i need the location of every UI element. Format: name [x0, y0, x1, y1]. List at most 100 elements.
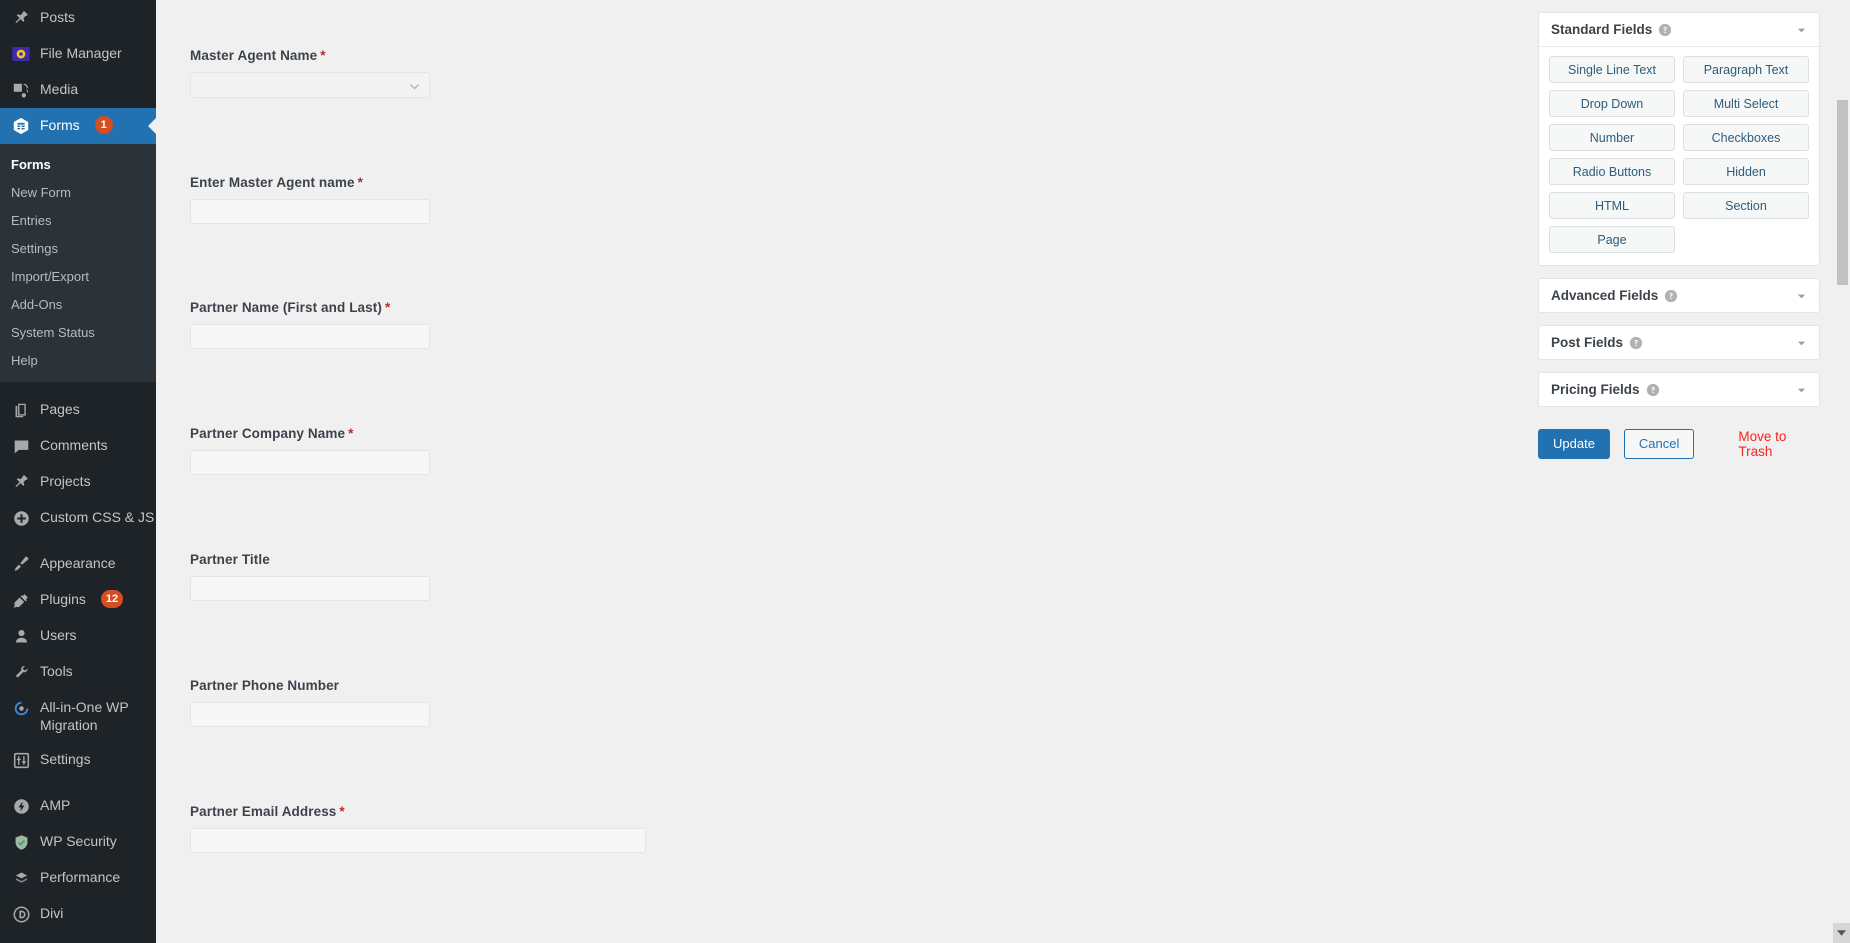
sidebar-item-label: Posts: [40, 9, 76, 25]
submenu-item-forms[interactable]: Forms: [0, 151, 156, 179]
form-field-partner-name[interactable]: Partner Name (First and Last) *: [190, 300, 430, 349]
sidebar-item-label: File Manager: [40, 45, 122, 61]
scrollbar-thumb[interactable]: [1837, 100, 1848, 285]
field-label: Partner Email Address *: [190, 804, 646, 819]
partner-company-name-input[interactable]: [190, 450, 430, 475]
help-icon[interactable]: [1629, 336, 1643, 350]
sidebar-item-label: Custom CSS & JS: [40, 509, 155, 525]
field-button-radio-buttons[interactable]: Radio Buttons: [1549, 158, 1675, 185]
submenu-item-new-form[interactable]: New Form: [0, 179, 156, 207]
submenu-item-help[interactable]: Help: [0, 347, 156, 375]
brush-icon: [11, 554, 31, 574]
panel-post-fields-header[interactable]: Post Fields: [1539, 326, 1819, 359]
sidebar-item-pages[interactable]: Pages: [0, 392, 156, 428]
partner-name-input[interactable]: [190, 324, 430, 349]
file-manager-icon: [11, 44, 31, 64]
master-agent-name-select[interactable]: [190, 72, 430, 98]
panel-advanced-fields-header[interactable]: Advanced Fields: [1539, 279, 1819, 312]
form-field-enter-master-agent-name[interactable]: Enter Master Agent name *: [190, 175, 430, 224]
required-asterisk: *: [348, 426, 354, 441]
chevron-down-icon[interactable]: [1796, 290, 1807, 301]
sidebar-item-plugins[interactable]: Plugins 12: [0, 582, 156, 618]
enter-master-agent-name-input[interactable]: [190, 199, 430, 224]
update-button[interactable]: Update: [1538, 429, 1610, 459]
sidebar-item-forms[interactable]: Forms 1: [0, 108, 156, 144]
pin-icon: [11, 472, 31, 492]
field-button-single-line-text[interactable]: Single Line Text: [1549, 56, 1675, 83]
field-button-html[interactable]: HTML: [1549, 192, 1675, 219]
partner-email-address-input[interactable]: [190, 828, 646, 853]
comments-icon: [11, 436, 31, 456]
form-field-partner-company-name[interactable]: Partner Company Name *: [190, 426, 430, 475]
sidebar-divider: [0, 536, 156, 546]
help-icon[interactable]: [1646, 383, 1660, 397]
field-button-hidden[interactable]: Hidden: [1683, 158, 1809, 185]
help-icon[interactable]: [1658, 23, 1672, 37]
submenu-item-entries[interactable]: Entries: [0, 207, 156, 235]
sidebar-item-users[interactable]: Users: [0, 618, 156, 654]
panel-pricing-fields-header[interactable]: Pricing Fields: [1539, 373, 1819, 406]
submenu-item-import-export[interactable]: Import/Export: [0, 263, 156, 291]
form-field-partner-email-address[interactable]: Partner Email Address *: [190, 804, 646, 853]
sidebar-item-label: Pages: [40, 401, 80, 417]
form-field-partner-title[interactable]: Partner Title: [190, 552, 430, 601]
sidebar-item-performance[interactable]: Performance: [0, 860, 156, 896]
panel-standard-fields-header[interactable]: Standard Fields: [1539, 13, 1819, 47]
settings-sliders-icon: [11, 750, 31, 770]
field-button-page[interactable]: Page: [1549, 226, 1675, 253]
sidebar-divider: [0, 382, 156, 392]
sidebar-item-divi[interactable]: Divi: [0, 896, 156, 932]
submenu-item-add-ons[interactable]: Add-Ons: [0, 291, 156, 319]
move-to-trash-link[interactable]: Move to Trash: [1738, 429, 1820, 459]
chevron-down-icon[interactable]: [1796, 384, 1807, 395]
sidebar-item-custom-css-js[interactable]: Custom CSS & JS: [0, 500, 156, 536]
sidebar-item-appearance[interactable]: Appearance: [0, 546, 156, 582]
required-asterisk: *: [357, 175, 363, 190]
sidebar-item-tools[interactable]: Tools: [0, 654, 156, 690]
page-scrollbar[interactable]: [1833, 0, 1850, 943]
sidebar-item-label: Divi: [40, 905, 64, 921]
sidebar-item-comments[interactable]: Comments: [0, 428, 156, 464]
field-label-text: Partner Title: [190, 552, 270, 567]
plug-icon: [11, 590, 31, 610]
panel-title: Standard Fields: [1551, 22, 1653, 37]
field-button-drop-down[interactable]: Drop Down: [1549, 90, 1675, 117]
pin-icon: [11, 8, 31, 28]
chevron-down-icon[interactable]: [1796, 24, 1807, 35]
sidebar-item-media[interactable]: Media: [0, 72, 156, 108]
scrollbar-down-arrow[interactable]: [1833, 923, 1850, 943]
shield-check-icon: [11, 832, 31, 852]
sidebar-item-all-in-one-wp-migration[interactable]: All-in-One WP Migration: [0, 690, 156, 742]
help-icon[interactable]: [1664, 289, 1678, 303]
sidebar-group-plugins: AMP WP Security Performance Divi: [0, 788, 156, 932]
required-asterisk: *: [320, 48, 326, 63]
field-button-multi-select[interactable]: Multi Select: [1683, 90, 1809, 117]
field-button-checkboxes[interactable]: Checkboxes: [1683, 124, 1809, 151]
panel-title: Pricing Fields: [1551, 382, 1640, 397]
sidebar-item-projects[interactable]: Projects: [0, 464, 156, 500]
field-button-paragraph-text[interactable]: Paragraph Text: [1683, 56, 1809, 83]
form-field-partner-phone-number[interactable]: Partner Phone Number: [190, 678, 430, 727]
panel-advanced-fields: Advanced Fields: [1538, 278, 1820, 313]
partner-title-input[interactable]: [190, 576, 430, 601]
chevron-down-icon: [409, 81, 420, 92]
field-label: Enter Master Agent name *: [190, 175, 430, 190]
performance-icon: [11, 868, 31, 888]
chevron-down-icon[interactable]: [1796, 337, 1807, 348]
submenu-item-system-status[interactable]: System Status: [0, 319, 156, 347]
sidebar-item-file-manager[interactable]: File Manager: [0, 36, 156, 72]
sidebar-item-amp[interactable]: AMP: [0, 788, 156, 824]
sidebar-item-settings[interactable]: Settings: [0, 742, 156, 778]
sidebar-item-posts[interactable]: Posts: [0, 0, 156, 36]
form-field-master-agent-name[interactable]: Master Agent Name *: [190, 48, 430, 98]
forms-submenu: Forms New Form Entries Settings Import/E…: [0, 144, 156, 382]
admin-sidebar: Posts File Manager Media Forms 1 Forms N…: [0, 0, 156, 943]
media-icon: [11, 80, 31, 100]
panel-post-fields: Post Fields: [1538, 325, 1820, 360]
field-button-section[interactable]: Section: [1683, 192, 1809, 219]
cancel-button[interactable]: Cancel: [1623, 429, 1695, 459]
submenu-item-settings[interactable]: Settings: [0, 235, 156, 263]
sidebar-item-wp-security[interactable]: WP Security: [0, 824, 156, 860]
field-button-number[interactable]: Number: [1549, 124, 1675, 151]
partner-phone-number-input[interactable]: [190, 702, 430, 727]
